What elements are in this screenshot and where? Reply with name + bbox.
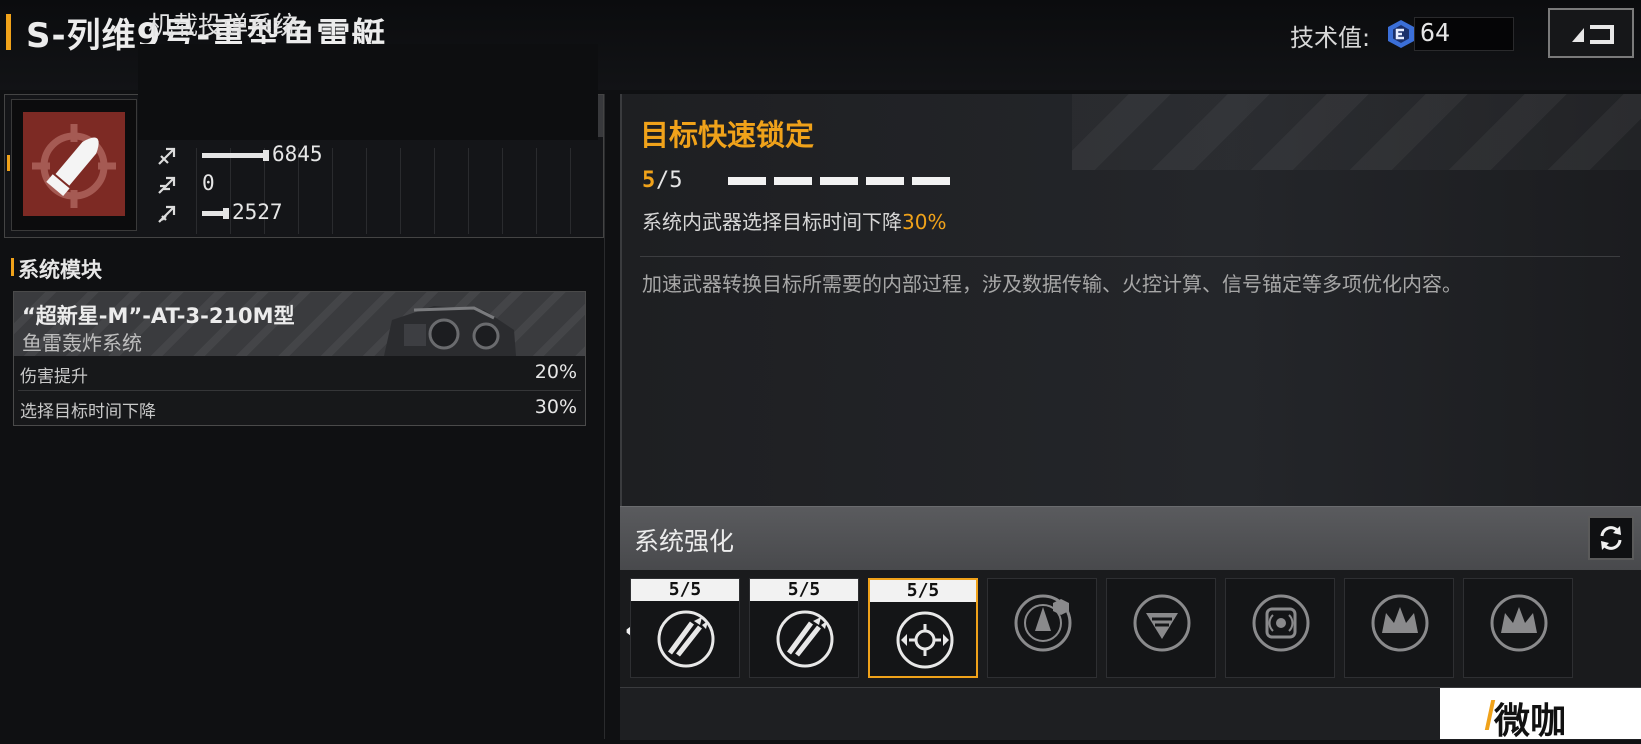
panel-divider — [604, 94, 605, 739]
stat-ruler-tick — [196, 148, 197, 234]
skill-detail-panel — [620, 94, 1641, 506]
enhancement-tile[interactable]: 5/5 — [868, 578, 978, 678]
module-name: “超新星-M”-AT-3-210M型 — [22, 304, 295, 328]
bomb-crosshair-icon — [32, 124, 116, 208]
tile-level: 5/5 — [631, 579, 739, 601]
skill-level-max: /5 — [656, 168, 683, 193]
stat-ruler-tick — [230, 148, 231, 234]
stat-value: 6845 — [272, 142, 323, 166]
stat-ruler-tick — [400, 148, 401, 234]
crown-burst-icon — [1371, 594, 1429, 652]
tile-level: 5/5 — [870, 580, 976, 602]
enhancement-tile[interactable] — [1344, 578, 1454, 678]
skill-effect-value: 30% — [902, 210, 947, 234]
module-stat-value: 30% — [534, 396, 577, 418]
crown-burst-icon — [1490, 594, 1548, 652]
back-icon — [1572, 25, 1614, 44]
level-pip — [912, 177, 950, 185]
tile-level: 5/5 — [750, 579, 858, 601]
damage-stat-icon — [158, 147, 176, 165]
target-lock-icon — [896, 611, 954, 669]
stat-ruler-tick — [536, 148, 537, 234]
stat-ruler-tick — [332, 148, 333, 234]
skill-effect: 系统内武器选择目标时间下降30% — [642, 206, 946, 235]
signal-chip-icon — [1252, 594, 1310, 652]
level-pip — [774, 177, 812, 185]
level-pip — [866, 177, 904, 185]
enhancement-header — [620, 506, 1641, 571]
missile-upgrade-icon — [776, 610, 834, 668]
stat-ruler-tick — [570, 148, 571, 234]
tech-value-label: 技术值: — [1290, 24, 1371, 52]
module-stat-label: 伤害提升 — [20, 367, 88, 387]
stat-ruler-tick — [502, 148, 503, 234]
module-stat-row: 选择目标时间下降 30% — [14, 391, 585, 425]
back-button[interactable] — [1548, 8, 1634, 58]
watermark-logo: 微咖 — [1494, 701, 1567, 742]
crest-icon — [1133, 594, 1191, 652]
stat-ruler-tick — [468, 148, 469, 234]
module-header: “超新星-M”-AT-3-210M型 鱼雷轰炸系统 — [14, 292, 585, 356]
rocket-shield-icon — [1014, 594, 1072, 652]
module-subtitle: 鱼雷轰炸系统 — [22, 331, 142, 355]
weapon-accent — [7, 155, 10, 171]
stat-bar-cap — [263, 150, 269, 161]
skill-effect-text: 系统内武器选择目标时间下降 — [642, 210, 902, 234]
level-pip — [728, 177, 766, 185]
refresh-button[interactable] — [1588, 516, 1634, 560]
stat-ruler-tick — [366, 148, 367, 234]
enhancement-tile[interactable]: 5/5 — [630, 578, 740, 678]
enhancement-tile[interactable] — [987, 578, 1097, 678]
accuracy-stat-icon — [158, 205, 176, 223]
title-accent — [6, 14, 11, 50]
detail-stripes — [1072, 94, 1641, 170]
enhancement-tile[interactable] — [1106, 578, 1216, 678]
enhancement-tile[interactable] — [1225, 578, 1335, 678]
enhancement-tile[interactable]: 5/5 — [749, 578, 859, 678]
weapon-icon-bg — [23, 112, 125, 216]
stat-value: 2527 — [232, 200, 283, 224]
section-title-system-module: 系统模块 — [18, 258, 102, 282]
tech-point-icon — [1388, 20, 1414, 48]
stat-value: 0 — [202, 171, 215, 195]
section-accent — [11, 258, 14, 276]
module-stat-value: 20% — [534, 361, 577, 383]
skill-description: 加速武器转换目标所需要的内部过程，涉及数据传输、火控计算、信号锚定等多项优化内容… — [642, 272, 1462, 296]
weapon-icon-frame — [11, 99, 137, 231]
skill-level-current: 5 — [642, 168, 656, 193]
module-stat-row: 伤害提升 20% — [14, 356, 585, 390]
missile-upgrade-icon — [657, 610, 715, 668]
weapon-name: 机载投弹系统 — [148, 11, 299, 40]
stat-bar-cap — [223, 208, 229, 219]
penetration-stat-icon — [158, 176, 176, 194]
torpedo-system-image — [384, 306, 516, 356]
detail-divider — [640, 256, 1620, 257]
enhancement-tile[interactable] — [1463, 578, 1573, 678]
tech-value: 64 — [1420, 18, 1451, 47]
module-stat-label: 选择目标时间下降 — [20, 402, 156, 422]
level-pip — [820, 177, 858, 185]
enhancement-title: 系统强化 — [634, 527, 735, 556]
skill-title: 目标快速锁定 — [640, 118, 815, 152]
stat-bar — [202, 153, 266, 158]
system-module-card[interactable]: “超新星-M”-AT-3-210M型 鱼雷轰炸系统 伤害提升 20% 选择目标时… — [13, 291, 586, 426]
weapon-stats — [138, 44, 598, 140]
stat-ruler-tick — [434, 148, 435, 234]
refresh-icon — [1600, 526, 1622, 550]
